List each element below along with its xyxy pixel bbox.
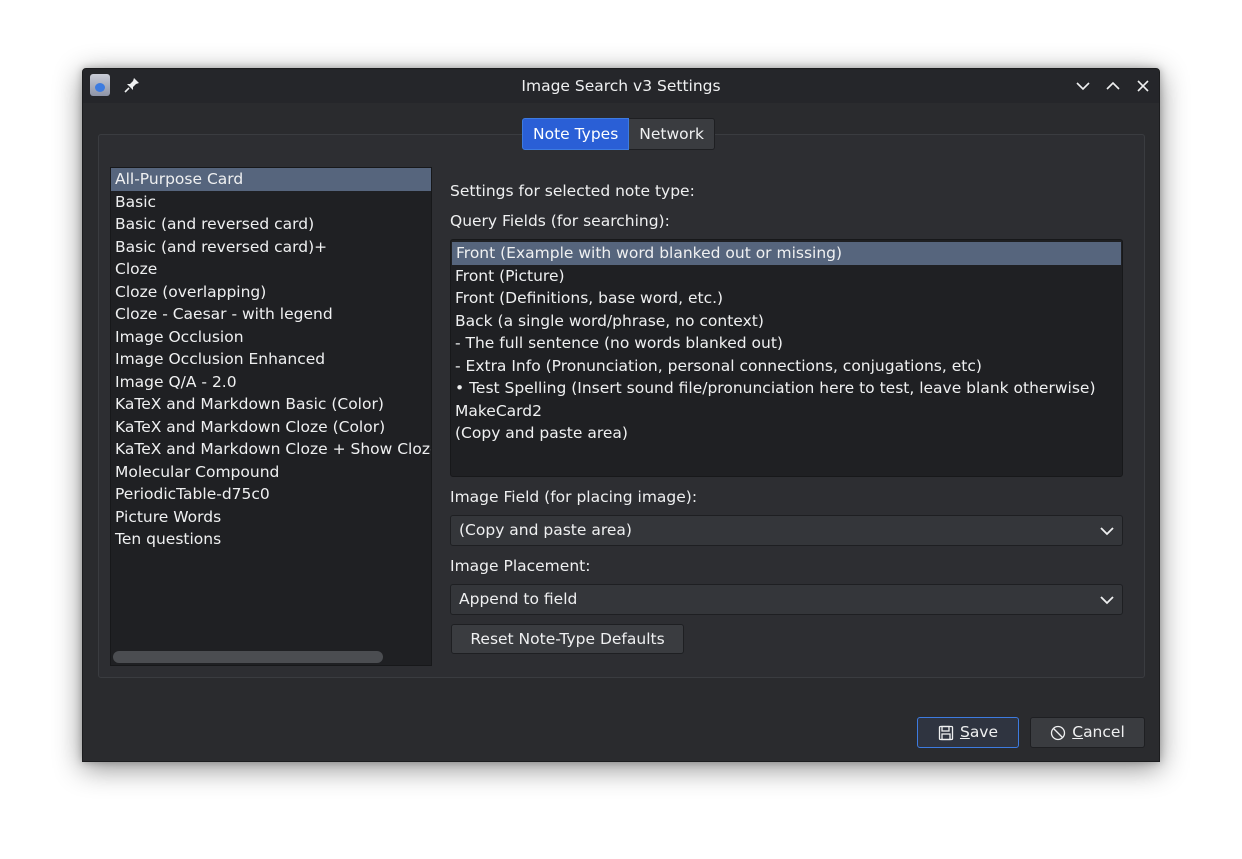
image-field-label: Image Field (for placing image): [450,488,698,506]
note-type-item[interactable]: PeriodicTable-d75c0 [111,483,431,506]
image-placement-value: Append to field [459,590,578,608]
save-button[interactable]: Save [917,717,1019,748]
note-type-item[interactable]: Basic (and reversed card)+ [111,236,431,259]
query-field-item[interactable]: Front (Example with word blanked out or … [452,242,1121,265]
query-field-item[interactable]: - The full sentence (no words blanked ou… [451,332,1122,355]
image-placement-select[interactable]: Append to field [450,584,1123,615]
query-field-item[interactable]: MakeCard2 [451,400,1122,423]
close-button[interactable] [1133,76,1153,96]
note-type-item[interactable]: Picture Words [111,506,431,529]
note-type-item[interactable]: Image Occlusion Enhanced [111,348,431,371]
tab-network[interactable]: Network [629,118,716,150]
horizontal-scrollbar[interactable] [113,651,383,663]
tab-bar: Note Types Network [522,118,716,150]
cancel-button[interactable]: Cancel [1030,717,1145,748]
note-type-item[interactable]: Cloze [111,258,431,281]
note-type-item[interactable]: Cloze - Caesar - with legend [111,303,431,326]
note-type-item[interactable]: Molecular Compound [111,461,431,484]
query-fields-label: Query Fields (for searching): [450,212,670,230]
query-field-item[interactable]: Front (Picture) [451,265,1122,288]
note-type-item[interactable]: Ten questions [111,528,431,551]
cancel-icon [1051,725,1066,740]
note-type-item[interactable]: Image Occlusion [111,326,431,349]
image-field-value: (Copy and paste area) [459,521,632,539]
cancel-label: Cancel [1072,723,1125,741]
maximize-button[interactable] [1103,76,1123,96]
settings-dialog: Image Search v3 Settings Note Types Netw… [82,68,1160,762]
floppy-disk-icon [938,725,954,740]
chevron-down-icon [1100,527,1114,536]
title-bar[interactable]: Image Search v3 Settings [83,69,1159,103]
note-type-item[interactable]: Cloze (overlapping) [111,281,431,304]
minimize-button[interactable] [1073,76,1093,96]
close-icon [1137,80,1149,92]
query-field-item[interactable]: Back (a single word/phrase, no context) [451,310,1122,333]
query-fields-list[interactable]: Front (Example with word blanked out or … [450,239,1123,477]
chevron-down-icon [1100,596,1114,605]
note-type-list[interactable]: All-Purpose Card Basic Basic (and reversed… [110,167,432,666]
note-type-item[interactable]: Basic (and reversed card) [111,213,431,236]
tab-note-types[interactable]: Note Types [522,118,630,150]
note-type-item[interactable]: Image Q/A - 2.0 [111,371,431,394]
query-field-item[interactable]: • Test Spelling (Insert sound file/pronu… [451,377,1122,400]
save-label: Save [959,723,999,741]
note-type-item[interactable]: KaTeX and Markdown Cloze (Color) [111,416,431,439]
note-type-item[interactable]: Basic [111,191,431,214]
query-field-item[interactable]: - Extra Info (Pronunciation, personal co… [451,355,1122,378]
chevron-down-icon [1076,82,1090,91]
note-type-item[interactable]: KaTeX and Markdown Cloze + Show Cloze [111,438,431,461]
reset-defaults-button[interactable]: Reset Note-Type Defaults [451,624,684,654]
image-field-select[interactable]: (Copy and paste area) [450,515,1123,546]
note-type-item[interactable]: All-Purpose Card [111,168,431,191]
image-placement-label: Image Placement: [450,557,591,575]
settings-heading: Settings for selected note type: [450,182,695,200]
chevron-up-icon [1106,81,1120,90]
query-field-item[interactable]: (Copy and paste area) [451,422,1122,445]
note-type-item[interactable]: KaTeX and Markdown Basic (Color) [111,393,431,416]
query-field-item[interactable]: Front (Definitions, base word, etc.) [451,287,1122,310]
window-title: Image Search v3 Settings [521,77,721,95]
